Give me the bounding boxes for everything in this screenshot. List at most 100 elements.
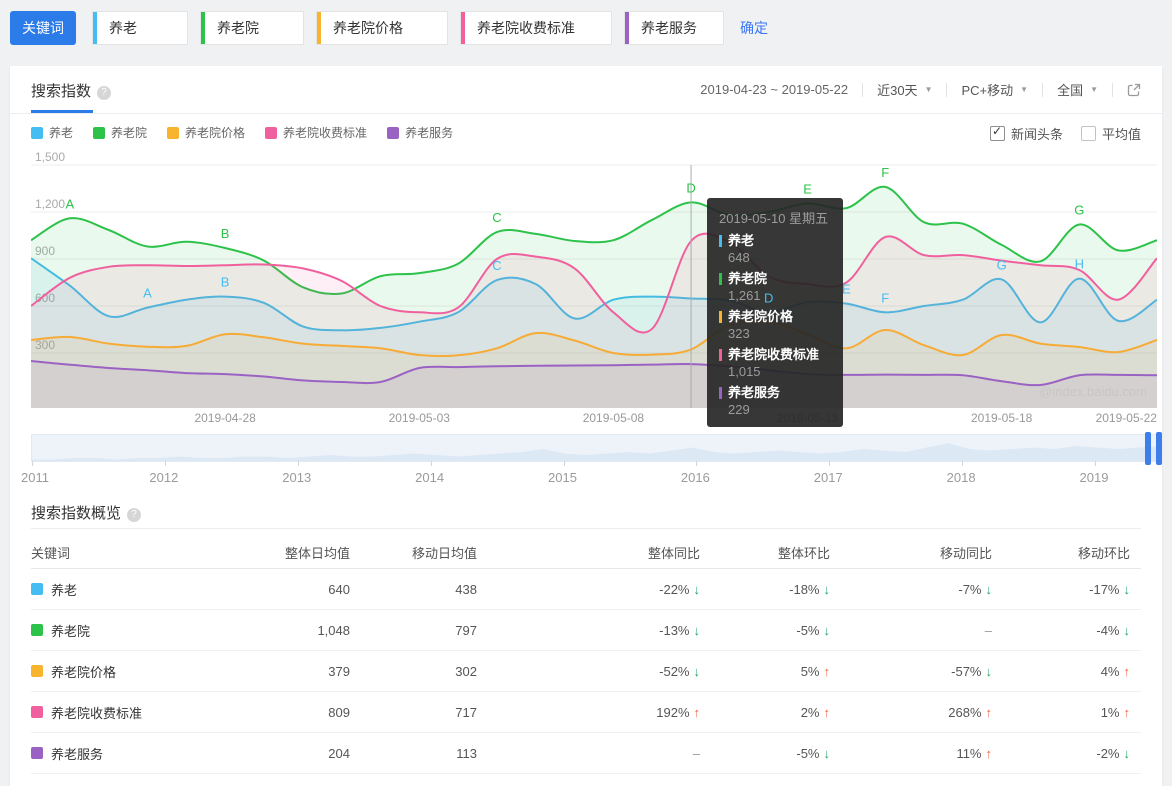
percent-cell: 11% ↑ bbox=[830, 746, 992, 761]
percent-value: 192% bbox=[656, 704, 690, 720]
divider bbox=[946, 82, 948, 97]
checkbox-icon bbox=[1080, 126, 1096, 141]
year-tick bbox=[297, 461, 299, 466]
keyword-name: 养老 bbox=[51, 582, 78, 598]
external-link-button[interactable] bbox=[1127, 83, 1141, 97]
mobile-avg-cell: 438 bbox=[455, 581, 477, 597]
tooltip-value: 1,015 bbox=[728, 364, 761, 379]
legend-item[interactable]: 养老院价格 bbox=[167, 124, 245, 141]
mobile-avg-cell: 302 bbox=[455, 663, 477, 679]
tooltip-keyword: 养老院收费标准 bbox=[719, 347, 831, 362]
legend-item[interactable]: 养老院 bbox=[93, 124, 147, 141]
keyword-box[interactable]: 养老 bbox=[92, 11, 188, 45]
chart-area[interactable]: 300 600 900 1,200 1,500 2019-04-28 2019-05-03 2… bbox=[31, 150, 1157, 430]
chart-legend: 养老 养老院 养老院价格 养老院收费标准 养老服务 bbox=[31, 124, 473, 141]
external-link-icon bbox=[1127, 83, 1141, 96]
keywords-label-button[interactable]: 关键词 bbox=[10, 11, 76, 45]
legend-swatch bbox=[31, 126, 43, 139]
tooltip-value: 648 bbox=[728, 250, 750, 265]
keyword-box[interactable]: 养老院收费标准 bbox=[460, 11, 612, 45]
keyword-box[interactable]: 养老服务 bbox=[624, 11, 724, 45]
tooltip-keyword: 养老服务 bbox=[719, 385, 831, 400]
tooltip-keyword-name: 养老院 bbox=[728, 271, 768, 286]
tooltip-keyword: 养老 bbox=[719, 233, 831, 248]
keyword-color-bar bbox=[93, 12, 97, 44]
keyword-cell: 养老院价格 bbox=[31, 662, 231, 681]
overall-avg-cell: 204 bbox=[328, 745, 350, 761]
legend-swatch bbox=[93, 126, 106, 139]
year-tick bbox=[829, 461, 831, 466]
chevron-down-icon: ▼ bbox=[1020, 85, 1029, 94]
keyword-swatch bbox=[31, 747, 43, 759]
keyword-swatch bbox=[31, 665, 43, 677]
column-header: 整体同比 bbox=[647, 545, 700, 561]
help-icon[interactable]: ? bbox=[127, 508, 142, 522]
tooltip-value: 229 bbox=[728, 402, 750, 417]
timeline-year-axis: 2011 2012 2013 2014 2015 2016 2017 2018 2019 bbox=[21, 470, 1162, 486]
search-index-chart[interactable]: 3006009001,2001,5002019-04-28 2019-05-03 2… bbox=[31, 150, 1157, 430]
overall-avg-cell: 1,048 bbox=[317, 622, 350, 638]
divider bbox=[1042, 82, 1044, 97]
x-axis-label: 2019-05-22 bbox=[1096, 411, 1157, 425]
active-tab-underline bbox=[31, 110, 93, 113]
confirm-link[interactable]: 确定 bbox=[740, 18, 768, 38]
legend-label: 养老 bbox=[49, 126, 74, 140]
chevron-down-icon: ▼ bbox=[924, 85, 933, 94]
percent-value: 2% bbox=[800, 704, 820, 720]
column-header: 关键词 bbox=[31, 545, 71, 561]
header-controls: 2019-04-23 ~ 2019-05-22 近30天 ▼ PC+移动 ▼ 全国 ▼ bbox=[700, 66, 1141, 113]
tooltip-value: 323 bbox=[728, 326, 750, 341]
legend-item[interactable]: 养老院收费标准 bbox=[265, 124, 367, 141]
overview-title: 搜索指数概览? bbox=[31, 502, 142, 523]
slider-handle-left[interactable] bbox=[1145, 432, 1151, 465]
percent-cell: – bbox=[830, 623, 992, 638]
percent-value: -2% bbox=[1096, 745, 1120, 761]
percent-cell: -5% ↓ bbox=[700, 623, 830, 638]
keyword-box[interactable]: 养老院 bbox=[200, 11, 304, 45]
table-row: 养老 640 438 -22% ↓ -18% ↓ -7% ↓ -17% ↓ bbox=[31, 569, 1141, 610]
timeline-slider-track[interactable] bbox=[31, 432, 1162, 466]
percent-value: -52% bbox=[659, 663, 690, 679]
dropdown[interactable]: 全国 ▼ bbox=[1057, 80, 1098, 99]
keyword-swatch bbox=[31, 624, 43, 636]
legend-item[interactable]: 养老服务 bbox=[387, 124, 453, 141]
tooltip-item: 养老 648 bbox=[719, 233, 831, 265]
x-axis-label: 2019-04-28 bbox=[194, 411, 256, 425]
divider bbox=[31, 528, 1141, 529]
legend-swatch bbox=[167, 126, 180, 139]
year-tick bbox=[962, 461, 964, 466]
checkbox-label: 新闻头条 bbox=[1010, 127, 1063, 142]
dropdown[interactable]: 近30天 ▼ bbox=[877, 80, 932, 99]
checkbox-checked[interactable]: 新闻头条 bbox=[989, 124, 1063, 143]
keyword-cell: 养老院收费标准 bbox=[31, 703, 231, 722]
timeline-sparkline bbox=[32, 443, 1161, 461]
overall-avg-cell: 809 bbox=[328, 704, 350, 720]
tab-search-index[interactable]: 搜索指数? bbox=[31, 80, 112, 101]
tooltip-color-bar bbox=[719, 272, 722, 285]
keyword-bar: 关键词 养老 养老院 养老院价格 养老院收费标准 养老服务 确定 bbox=[10, 11, 768, 45]
arrow-down-icon: ↓ bbox=[1123, 745, 1131, 761]
column-header: 整体日均值 bbox=[284, 545, 350, 561]
tooltip-item: 养老院价格 323 bbox=[719, 309, 831, 341]
legend-label: 养老院 bbox=[111, 126, 148, 140]
checkbox-unchecked[interactable]: 平均值 bbox=[1080, 124, 1141, 143]
x-axis-label: 2019-05-03 bbox=[389, 411, 451, 425]
table-row: 养老院 1,048 797 -13% ↓ -5% ↓ – -4% ↓ bbox=[31, 610, 1141, 651]
tooltip-keyword: 养老院 bbox=[719, 271, 831, 286]
keyword-box[interactable]: 养老院价格 bbox=[316, 11, 448, 45]
slider-handle-right[interactable] bbox=[1156, 432, 1162, 465]
percent-value: -5% bbox=[796, 622, 820, 638]
chart-watermark: @index.baidu.com bbox=[1039, 384, 1147, 399]
legend-item[interactable]: 养老 bbox=[31, 124, 73, 141]
percent-value: -18% bbox=[789, 581, 820, 597]
column-header: 移动环比 bbox=[1077, 545, 1130, 561]
percent-cell: -17% ↓ bbox=[992, 582, 1130, 597]
percent-cell: -2% ↓ bbox=[992, 746, 1130, 761]
dropdown-value: 近30天 bbox=[877, 83, 918, 98]
dropdown[interactable]: PC+移动 ▼ bbox=[961, 80, 1028, 99]
help-icon[interactable]: ? bbox=[97, 86, 112, 100]
legend-label: 养老服务 bbox=[405, 126, 454, 140]
keyword-text: 养老院 bbox=[217, 20, 259, 36]
percent-cell: -22% ↓ bbox=[477, 582, 700, 597]
percent-value: -4% bbox=[1096, 622, 1120, 638]
